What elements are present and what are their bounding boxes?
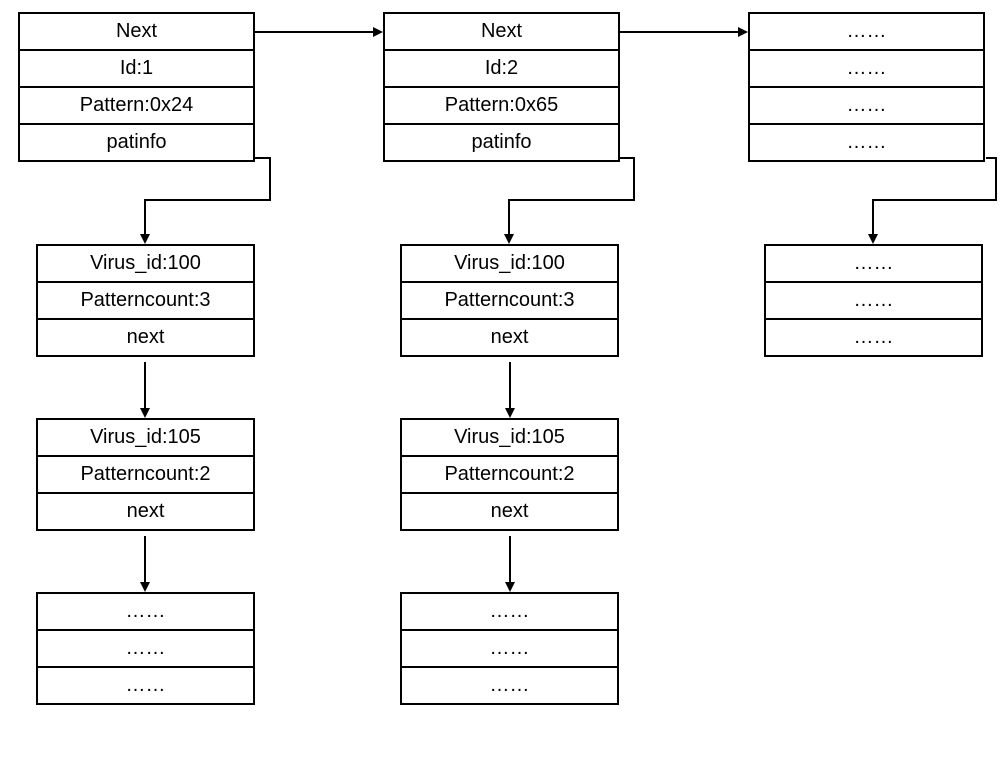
virus-node-ellipsis: …… …… ……: [764, 244, 983, 357]
virus-node-2-2: Virus_id:105 Patterncount:2 next: [400, 418, 619, 531]
virus-id-field: Virus_id:100: [38, 246, 253, 283]
ellipsis-field: ……: [750, 88, 983, 125]
pattern-count-field: Patterncount:3: [402, 283, 617, 320]
virus-id-field: Virus_id:100: [402, 246, 617, 283]
arrow-next-1-mid1-mid2: [135, 362, 155, 418]
ellipsis-node-2: …… …… ……: [400, 592, 619, 705]
virus-node-1-1: Virus_id:100 Patterncount:3 next: [36, 244, 255, 357]
arrow-next-2-to-3: [620, 22, 748, 42]
next-field: next: [38, 494, 253, 529]
ellipsis-field: ……: [750, 51, 983, 88]
ellipsis-field: ……: [38, 631, 253, 668]
ellipsis-field: ……: [38, 668, 253, 703]
arrow-patinfo-1: [130, 150, 280, 245]
pattern-count-field: Patterncount:3: [38, 283, 253, 320]
ellipsis-field: ……: [766, 320, 981, 355]
arrow-next-2-mid2-bottom: [500, 536, 520, 592]
next-field: Next: [385, 14, 618, 51]
pattern-count-field: Patterncount:2: [402, 457, 617, 494]
ellipsis-field: ……: [402, 594, 617, 631]
virus-id-field: Virus_id:105: [402, 420, 617, 457]
pattern-node-1: Next Id:1 Pattern:0x24 patinfo: [18, 12, 255, 162]
ellipsis-node-1: …… …… ……: [36, 592, 255, 705]
arrow-next-1-to-2: [255, 22, 383, 42]
arrow-next-2-mid1-mid2: [500, 362, 520, 418]
virus-node-2-1: Virus_id:100 Patterncount:3 next: [400, 244, 619, 357]
virus-id-field: Virus_id:105: [38, 420, 253, 457]
id-field: Id:2: [385, 51, 618, 88]
pattern-count-field: Patterncount:2: [38, 457, 253, 494]
patinfo-field: patinfo: [20, 125, 253, 160]
ellipsis-field: ……: [766, 283, 981, 320]
pattern-node-ellipsis: …… …… …… ……: [748, 12, 985, 162]
arrow-patinfo-3: [858, 154, 998, 245]
arrow-patinfo-2: [494, 150, 644, 245]
ellipsis-field: ……: [750, 14, 983, 51]
next-field: next: [402, 494, 617, 529]
next-field: next: [402, 320, 617, 355]
ellipsis-field: ……: [402, 668, 617, 703]
id-field: Id:1: [20, 51, 253, 88]
pattern-field: Pattern:0x65: [385, 88, 618, 125]
arrow-next-1-mid2-bottom: [135, 536, 155, 592]
pattern-field: Pattern:0x24: [20, 88, 253, 125]
ellipsis-field: ……: [766, 246, 981, 283]
virus-node-1-2: Virus_id:105 Patterncount:2 next: [36, 418, 255, 531]
pattern-node-2: Next Id:2 Pattern:0x65 patinfo: [383, 12, 620, 162]
next-field: next: [38, 320, 253, 355]
ellipsis-field: ……: [750, 125, 983, 160]
ellipsis-field: ……: [402, 631, 617, 668]
next-field: Next: [20, 14, 253, 51]
ellipsis-field: ……: [38, 594, 253, 631]
patinfo-field: patinfo: [385, 125, 618, 160]
